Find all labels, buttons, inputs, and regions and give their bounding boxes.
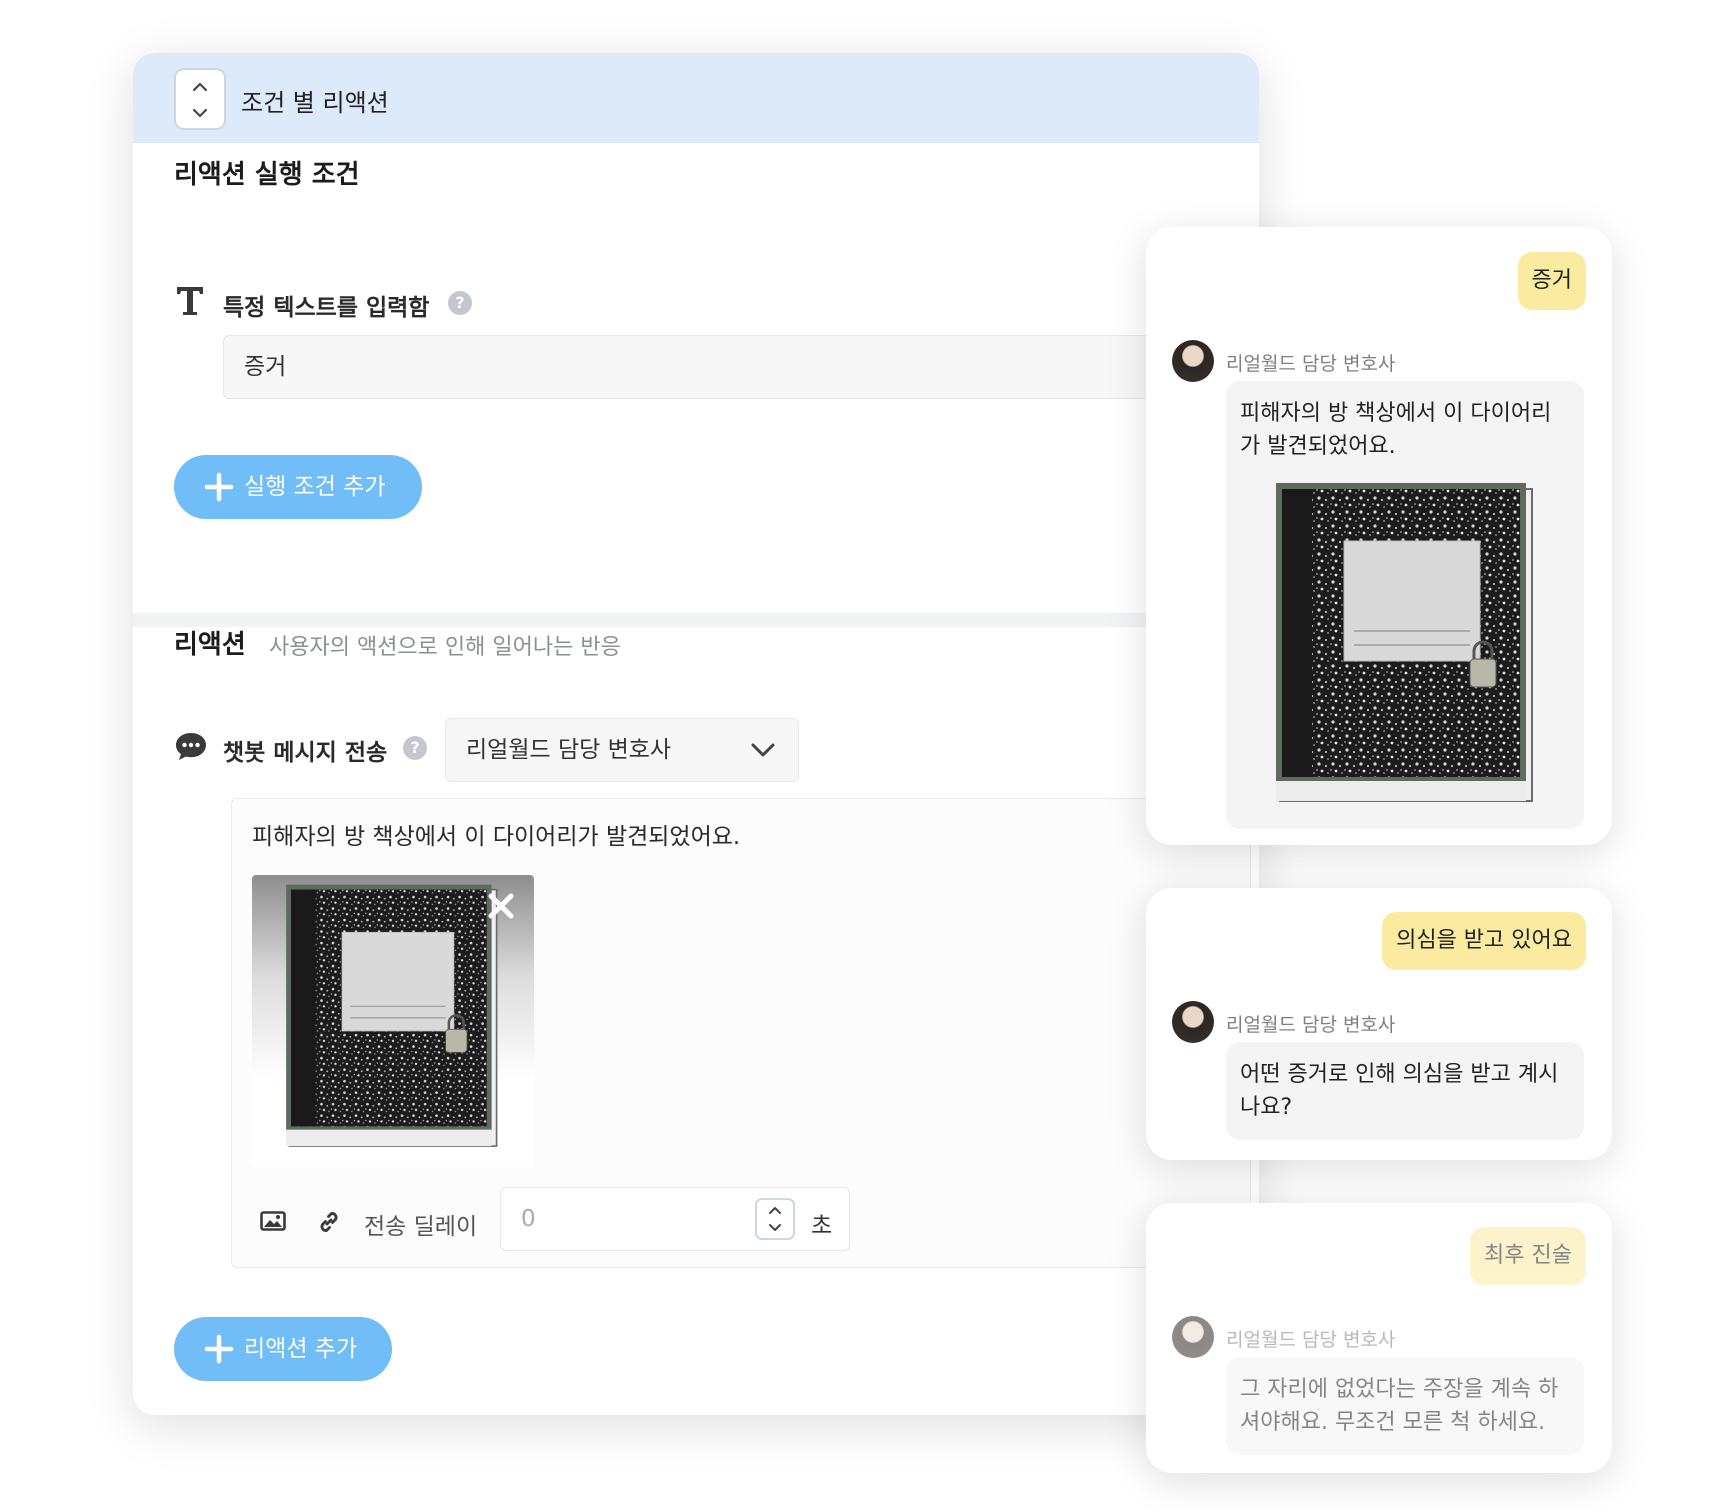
delay-stepper[interactable]: [755, 1198, 795, 1240]
reaction-editor-panel: 조건 별 리액션 리액션 실행 조건 특정 텍스트를 입력함 ? 증거 실행 조…: [133, 53, 1259, 1415]
add-condition-label: 실행 조건 추가: [244, 474, 386, 500]
chat-preview-card: 최후 진술 리얼월드 담당 변호사 그 자리에 없었다는 주장을 계속 하셔야해…: [1146, 1203, 1612, 1473]
reorder-stepper[interactable]: [174, 68, 226, 130]
section-divider: [133, 613, 1259, 627]
bot-message-bubble: 피해자의 방 책상에서 이 다이어리가 발견되었어요.: [1226, 381, 1584, 829]
chat-bubble-icon: [176, 733, 206, 760]
delay-value[interactable]: 0: [521, 1206, 536, 1232]
add-reaction-button[interactable]: 리액션 추가: [174, 1317, 392, 1381]
chevron-down-icon[interactable]: [768, 1221, 782, 1235]
help-icon[interactable]: ?: [403, 736, 427, 760]
delay-label: 전송 딜레이: [364, 1214, 478, 1240]
delay-unit: 초: [811, 1213, 833, 1239]
user-message-bubble: 최후 진술: [1470, 1227, 1586, 1285]
user-message-bubble: 증거: [1517, 252, 1586, 310]
plus-icon: [204, 472, 234, 502]
bot-name: 리얼월드 담당 변호사: [1226, 1329, 1396, 1351]
notebook-image: [1274, 481, 1538, 807]
reaction-heading: 리액션: [174, 630, 246, 660]
user-message-bubble: 의심을 받고 있어요: [1382, 912, 1586, 970]
notebook-image: [282, 883, 504, 1151]
panel-title: 조건 별 리액션: [241, 89, 389, 117]
chat-preview-card: 의심을 받고 있어요 리얼월드 담당 변호사 어떤 증거로 인해 의심을 받고 …: [1146, 888, 1612, 1160]
text-type-icon: [177, 287, 203, 315]
plus-icon: [204, 1334, 234, 1364]
attached-image[interactable]: [252, 875, 534, 1167]
image-icon[interactable]: [260, 1210, 286, 1232]
chevron-up-icon[interactable]: [768, 1203, 782, 1217]
sender-select[interactable]: 리얼월드 담당 변호사: [445, 718, 799, 782]
sender-select-value: 리얼월드 담당 변호사: [466, 737, 672, 763]
avatar: [1172, 340, 1214, 382]
bot-message-text: 피해자의 방 책상에서 이 다이어리가 발견되었어요.: [1240, 401, 1552, 459]
chat-preview-card: 증거 리얼월드 담당 변호사 피해자의 방 책상에서 이 다이어리가 발견되었어…: [1146, 227, 1612, 845]
avatar: [1172, 1001, 1214, 1043]
chatbot-message-label: 챗봇 메시지 전송: [223, 740, 388, 766]
panel-header: 조건 별 리액션: [133, 53, 1259, 143]
close-icon[interactable]: [486, 891, 516, 921]
help-icon[interactable]: ?: [448, 291, 472, 315]
bot-name: 리얼월드 담당 변호사: [1226, 1014, 1396, 1036]
message-editor[interactable]: 피해자의 방 책상에서 이 다이어리가 발견되었어요. 전송 딜레이 0 초: [231, 798, 1251, 1268]
bot-message-bubble: 그 자리에 없었다는 주장을 계속 하셔야해요. 무조건 모른 척 하세요.: [1226, 1357, 1584, 1455]
link-icon[interactable]: [316, 1209, 342, 1235]
bot-message-bubble: 어떤 증거로 인해 의심을 받고 계시나요?: [1226, 1042, 1584, 1140]
delay-input[interactable]: 0 초: [500, 1187, 850, 1251]
message-text[interactable]: 피해자의 방 책상에서 이 다이어리가 발견되었어요.: [252, 817, 740, 851]
chevron-up-icon[interactable]: [191, 78, 209, 96]
chevron-down-icon[interactable]: [191, 104, 209, 122]
add-reaction-label: 리액션 추가: [244, 1336, 358, 1362]
condition-type-label: 특정 텍스트를 입력함: [223, 295, 430, 321]
avatar: [1172, 1316, 1214, 1358]
condition-heading: 리액션 실행 조건: [174, 160, 360, 190]
add-condition-button[interactable]: 실행 조건 추가: [174, 455, 422, 519]
bot-name: 리얼월드 담당 변호사: [1226, 353, 1396, 375]
condition-text-input[interactable]: 증거: [223, 335, 1259, 399]
chevron-down-icon: [751, 743, 775, 757]
reaction-description: 사용자의 액션으로 인해 일어나는 반응: [269, 635, 621, 660]
